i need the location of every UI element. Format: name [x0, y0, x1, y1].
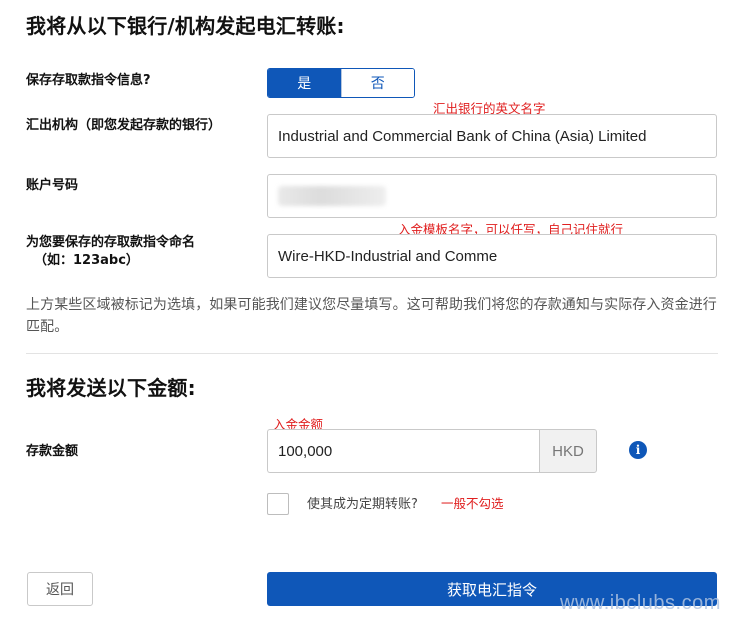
- originating-bank-value: Industrial and Commercial Bank of China …: [278, 127, 647, 145]
- currency-addon: HKD: [539, 429, 597, 473]
- save-no-button[interactable]: 否: [340, 69, 414, 97]
- instruction-name-value: Wire-HKD-Industrial and Comme: [278, 247, 498, 265]
- instruction-name-label: 为您要保存的存取款指令命名 （如：123abc）: [26, 234, 195, 270]
- originating-bank-input[interactable]: Industrial and Commercial Bank of China …: [267, 114, 717, 158]
- deposit-amount-value: 100,000: [278, 442, 333, 460]
- deposit-amount-input[interactable]: 100,000: [267, 429, 539, 473]
- account-number-label: 账户号码: [26, 178, 79, 193]
- back-button[interactable]: 返回: [27, 572, 93, 606]
- deposit-amount-label: 存款金额: [26, 444, 79, 459]
- recurring-hint-annotation: 一般不勾选: [441, 496, 504, 511]
- originating-bank-label: 汇出机构（即您发起存款的银行）: [26, 118, 222, 133]
- save-yes-button[interactable]: 是: [268, 69, 341, 97]
- instruction-name-label-line1: 为您要保存的存取款指令命名: [26, 235, 196, 250]
- save-instructions-toggle: 是 否: [267, 68, 415, 98]
- recurring-transfer-label: 使其成为定期转账?: [307, 497, 418, 512]
- get-wire-instructions-button[interactable]: 获取电汇指令: [267, 572, 717, 606]
- wire-source-title: 我将从以下银行/机构发起电汇转账:: [26, 14, 345, 38]
- recurring-transfer-checkbox[interactable]: [267, 493, 289, 515]
- optional-fields-notice: 上方某些区域被标记为选填，如果可能我们建议您尽量填写。这可帮助我们将您的存款通知…: [26, 297, 717, 335]
- section-divider: [26, 353, 718, 354]
- info-circle-icon[interactable]: i: [629, 441, 647, 459]
- account-number-redacted: [278, 186, 386, 206]
- instruction-name-label-line2: （如：123abc）: [34, 253, 139, 268]
- wire-transfer-page: 我将从以下银行/机构发起电汇转账: 保存存取款指令信息? 是 否 汇出银行的英文…: [0, 0, 736, 619]
- amount-section-title: 我将发送以下金额:: [26, 376, 196, 400]
- deposit-amount-group: 100,000 HKD: [267, 429, 597, 473]
- account-number-input[interactable]: [267, 174, 717, 218]
- instruction-name-input[interactable]: Wire-HKD-Industrial and Comme: [267, 234, 717, 278]
- save-instructions-label: 保存存取款指令信息?: [26, 73, 151, 88]
